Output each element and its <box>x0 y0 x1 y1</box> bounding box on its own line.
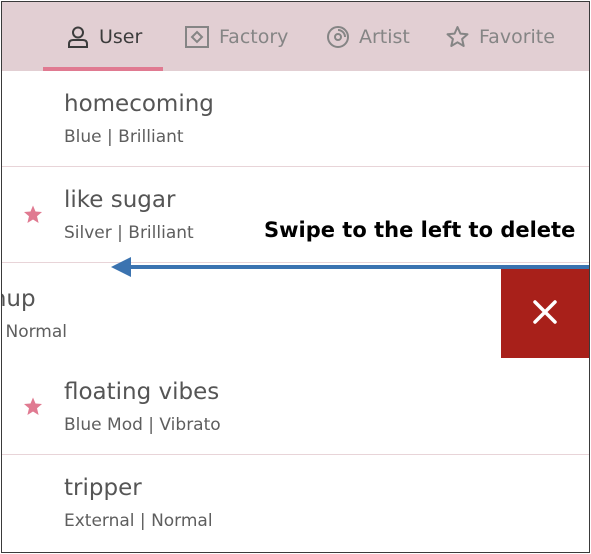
tab-favorite[interactable]: Favorite <box>445 2 555 71</box>
delete-button[interactable] <box>501 266 589 358</box>
item-subtitle: Silver | Brilliant <box>64 223 194 243</box>
item-subtitle: Blue | Brilliant <box>64 127 184 147</box>
favorite-star-icon <box>24 205 42 223</box>
tab-favorite-label: Favorite <box>479 25 555 48</box>
factory-icon <box>185 25 209 48</box>
close-icon <box>533 300 557 324</box>
app-frame: User Factory Artist Favorite homecoming … <box>1 1 590 553</box>
swipe-hint-annotation: Swipe to the left to delete <box>264 218 576 242</box>
disc-icon <box>327 25 349 48</box>
tab-artist-label: Artist <box>359 25 410 48</box>
item-title: like sugar <box>64 187 176 213</box>
list-item-swiped[interactable]: Catchup Stitch | Normal <box>2 266 589 362</box>
star-outline-icon <box>446 25 469 47</box>
user-icon <box>68 26 88 48</box>
tab-artist[interactable]: Artist <box>326 2 410 71</box>
item-title: floating vibes <box>64 379 220 405</box>
tab-user-label: User <box>99 25 143 48</box>
tab-factory-label: Factory <box>219 25 289 48</box>
tab-user[interactable]: User <box>66 2 142 71</box>
tab-factory[interactable]: Factory <box>184 2 288 71</box>
item-subtitle: Blue Mod | Vibrato <box>64 415 221 435</box>
item-title: tripper <box>64 475 142 501</box>
item-subtitle: External | Normal <box>64 511 213 531</box>
item-subtitle: Stitch | Normal <box>2 322 68 342</box>
item-title: homecoming <box>64 91 214 117</box>
list-item[interactable]: like sugar Silver | Brilliant <box>2 167 589 263</box>
tab-bar: User Factory Artist Favorite <box>2 2 589 71</box>
list-item[interactable]: homecoming Blue | Brilliant <box>2 71 589 167</box>
favorite-star-icon <box>24 397 42 415</box>
item-title: Catchup <box>2 286 36 312</box>
list-item[interactable]: tripper External | Normal <box>2 455 589 550</box>
list-item[interactable]: floating vibes Blue Mod | Vibrato <box>2 359 589 455</box>
left-arrow-icon <box>111 257 589 277</box>
